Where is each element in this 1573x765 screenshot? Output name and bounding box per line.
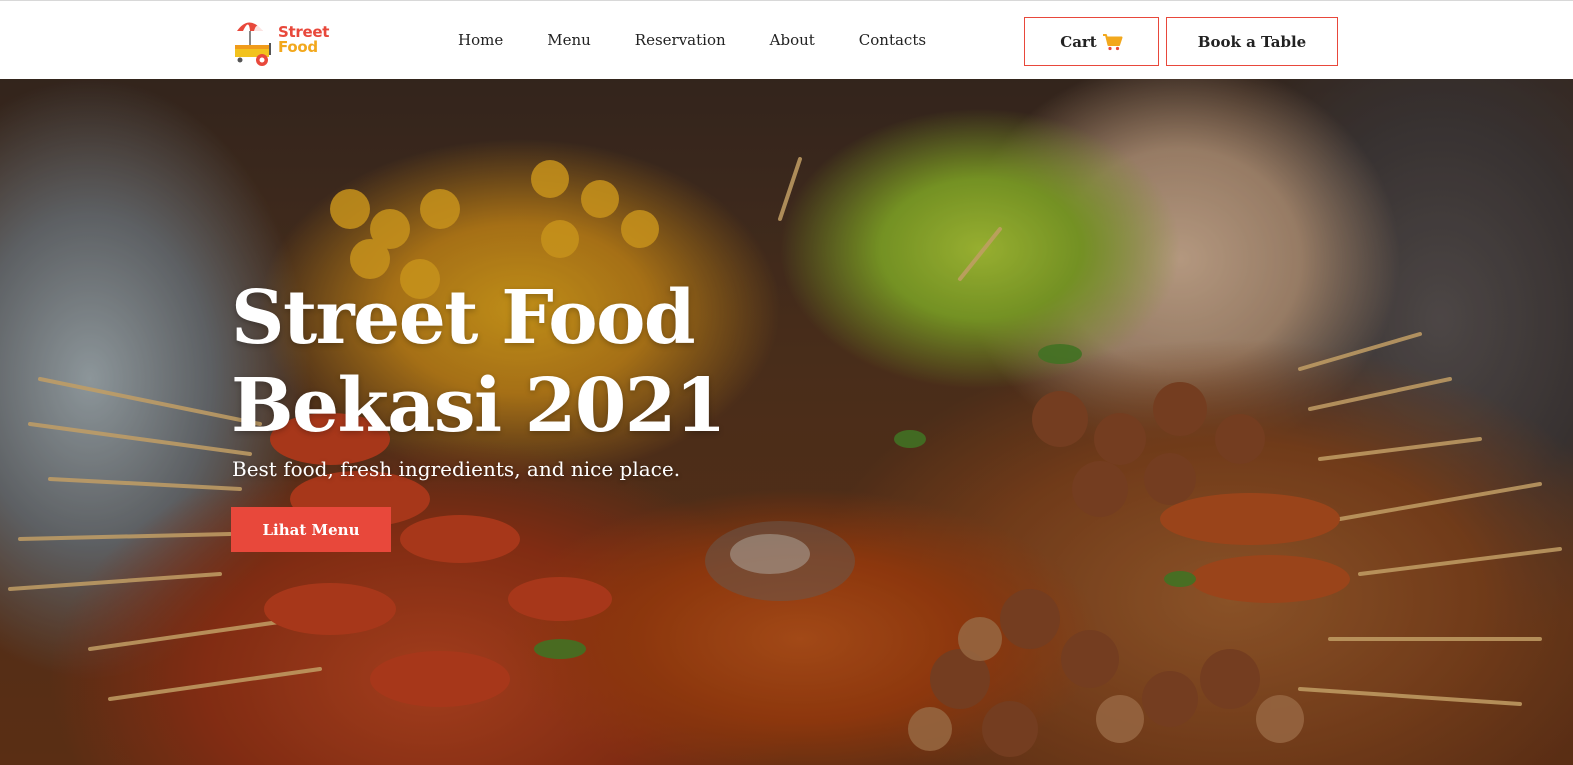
cart-button[interactable]: Cart [1024, 17, 1159, 66]
book-table-button[interactable]: Book a Table [1166, 17, 1338, 66]
hero-title: Street Food Bekasi 2021 [231, 274, 831, 450]
brand-name-line2: Food [278, 38, 318, 56]
view-menu-button[interactable]: Lihat Menu [231, 507, 391, 552]
hero-title-line1: Street Food [231, 275, 696, 361]
hero-title-line2: Bekasi 2021 [231, 363, 726, 449]
site-header: Street Food Home Menu Reservation About … [0, 1, 1573, 79]
book-table-label: Book a Table [1197, 32, 1307, 51]
shopping-cart-icon [1102, 33, 1123, 50]
brand-logo[interactable]: Street Food [231, 14, 331, 68]
nav-home[interactable]: Home [458, 29, 503, 51]
nav-reservation[interactable]: Reservation [635, 29, 726, 51]
nav-menu[interactable]: Menu [547, 29, 591, 51]
nav-contacts[interactable]: Contacts [859, 29, 926, 51]
hero-section: Street Food Bekasi 2021 Best food, fresh… [0, 79, 1573, 765]
cart-label: Cart [1060, 32, 1097, 51]
food-cart-icon [235, 22, 271, 66]
nav-about[interactable]: About [770, 29, 815, 51]
brand-name: Street Food [278, 25, 329, 55]
hero-subtitle: Best food, fresh ingredients, and nice p… [232, 457, 681, 481]
main-nav: Home Menu Reservation About Contacts [458, 29, 926, 51]
